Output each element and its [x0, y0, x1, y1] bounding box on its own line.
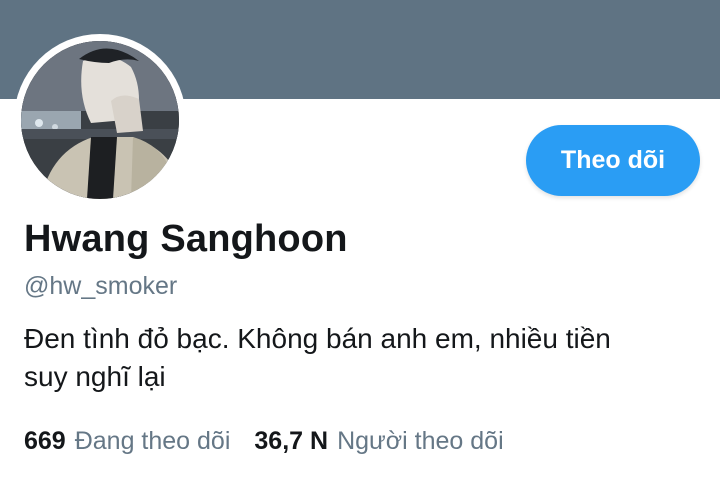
- bio-line: suy nghĩ lại: [24, 361, 166, 392]
- profile-bio: Đen tình đỏ bạc. Không bán anh em, nhiều…: [24, 320, 704, 396]
- profile-stats: 669 Đang theo dõi 36,7 N Người theo dõi: [24, 427, 504, 456]
- avatar-image: [21, 41, 179, 199]
- followers-stat[interactable]: 36,7 N Người theo dõi: [254, 427, 503, 456]
- following-count: 669: [24, 427, 66, 455]
- bio-line: Đen tình đỏ bạc. Không bán anh em, nhiều…: [24, 323, 611, 354]
- avatar[interactable]: [14, 34, 186, 206]
- following-label: Đang theo dõi: [74, 427, 231, 455]
- followers-count: 36,7 N: [254, 427, 329, 455]
- following-stat[interactable]: 669 Đang theo dõi: [24, 427, 230, 456]
- profile-name: Hwang Sanghoon: [24, 218, 348, 260]
- follow-button[interactable]: Theo dõi: [526, 125, 700, 196]
- followers-label: Người theo dõi: [337, 427, 504, 455]
- profile-handle: @hw_smoker: [24, 272, 178, 300]
